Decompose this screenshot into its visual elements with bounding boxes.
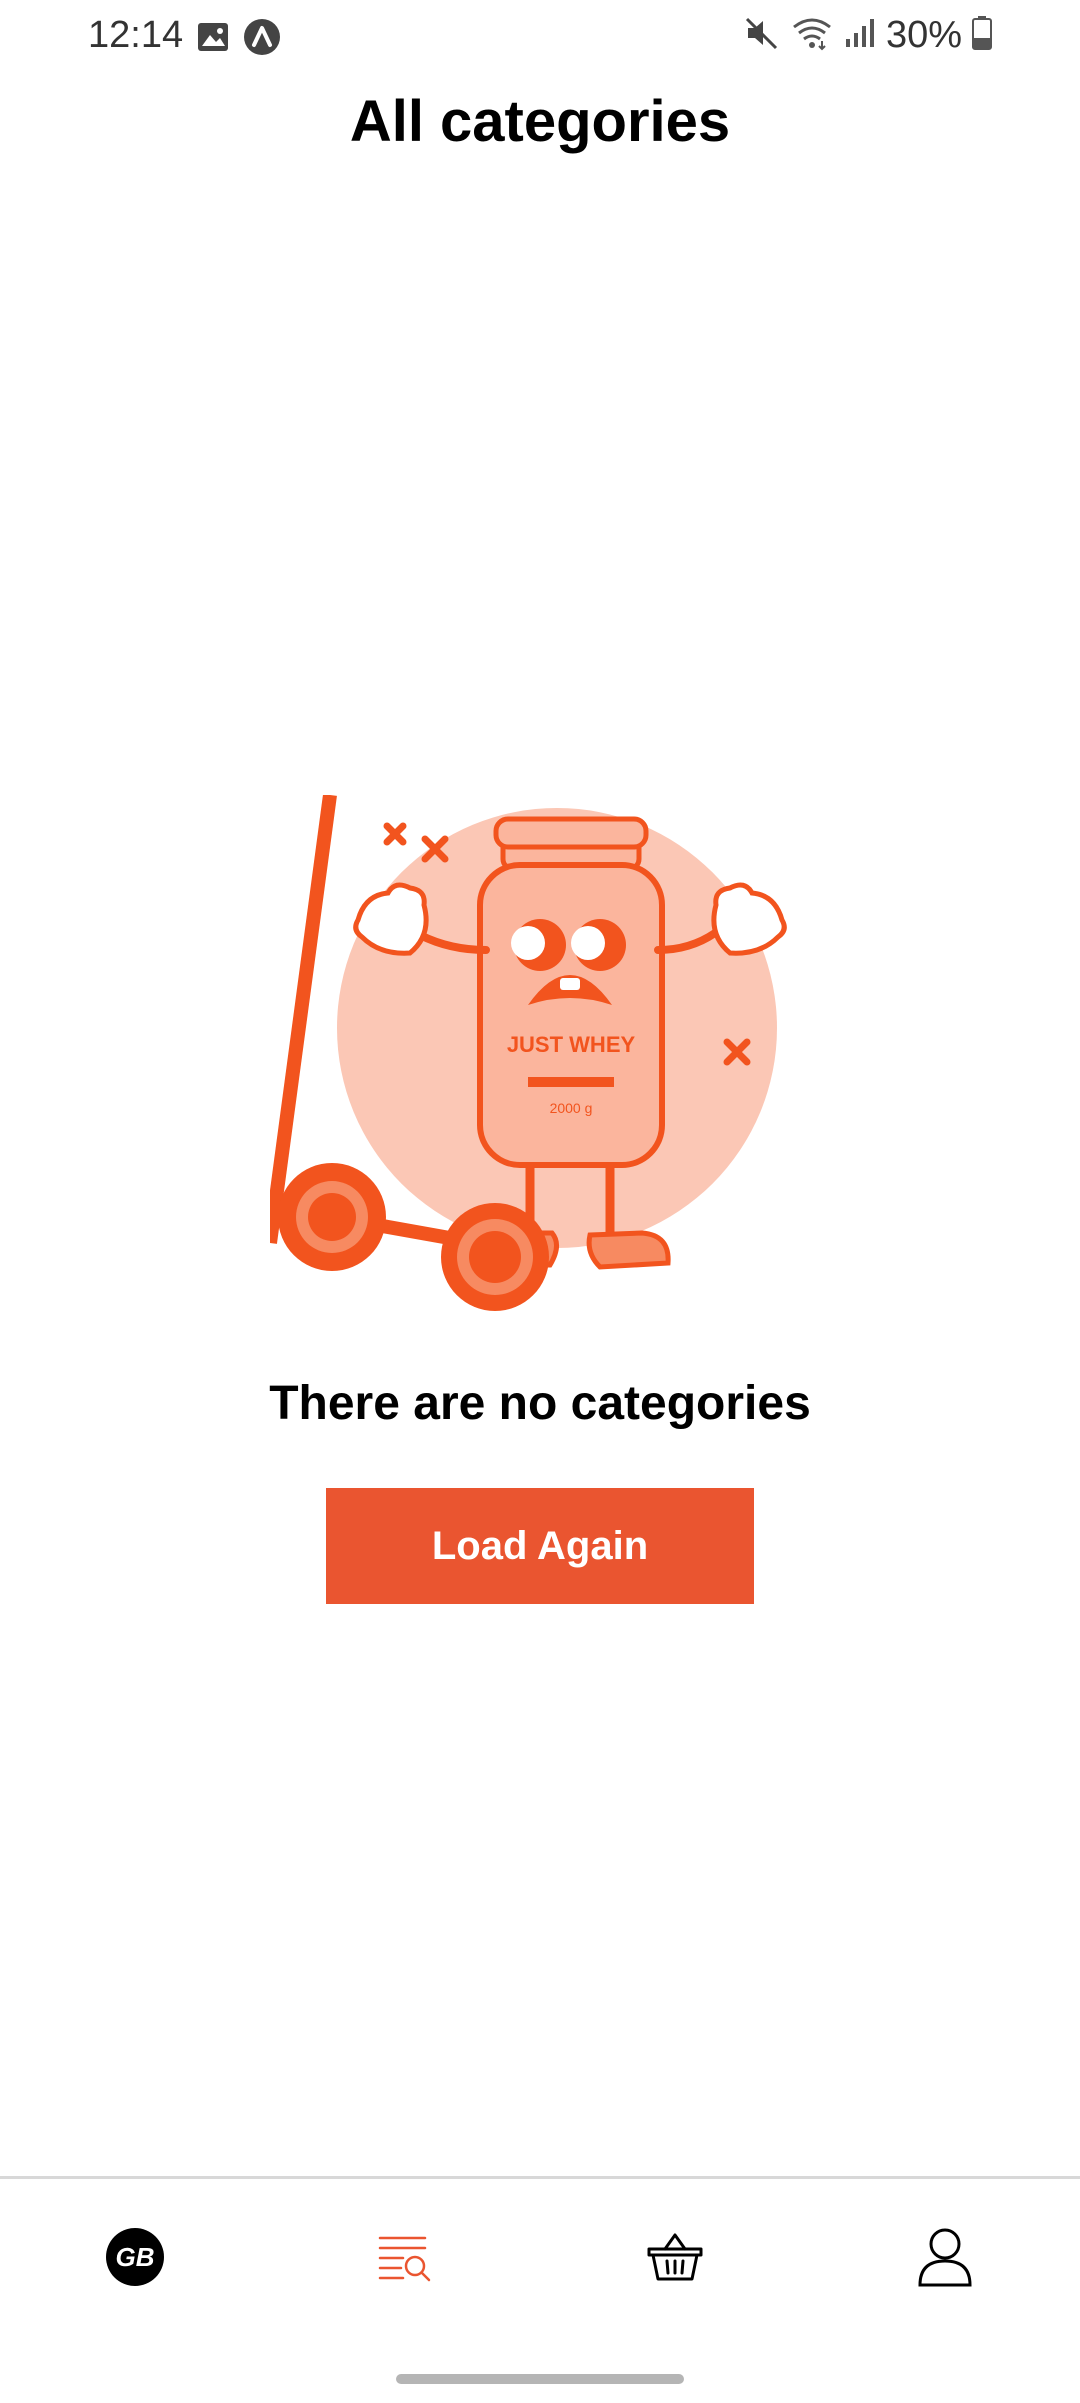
nav-cart[interactable] — [635, 2219, 715, 2299]
basket-icon — [645, 2231, 705, 2288]
status-time: 12:14 — [88, 14, 184, 56]
jar-label-text: JUST WHEY — [507, 1032, 636, 1057]
status-system-icons: 30% — [744, 14, 992, 57]
signal-icon — [844, 17, 876, 54]
load-again-button[interactable]: Load Again — [326, 1488, 754, 1604]
wifi-icon — [790, 15, 834, 56]
status-notification-icons — [197, 18, 281, 61]
nav-profile[interactable] — [905, 2219, 985, 2299]
empty-state-illustration: JUST WHEY 2000 g — [263, 794, 810, 1315]
home-indicator — [396, 2374, 684, 2384]
bottom-nav: GB — [0, 2176, 1080, 2403]
gb-logo-text: GB — [116, 2242, 155, 2272]
app-notification-icon — [243, 18, 281, 61]
empty-state-message: There are no categories — [269, 1377, 811, 1430]
jar-weight-text: 2000 g — [550, 1100, 593, 1116]
status-bar: 12:14 30% — [0, 0, 1080, 76]
mute-icon — [744, 15, 780, 56]
nav-categories[interactable] — [365, 2219, 445, 2299]
battery-percent: 30% — [885, 14, 962, 56]
battery-icon — [972, 16, 992, 55]
nav-home[interactable]: GB — [95, 2219, 175, 2299]
catalog-search-icon — [377, 2232, 433, 2287]
page-title: All categories — [349, 89, 731, 154]
image-icon — [197, 22, 229, 57]
gb-logo-icon: GB — [104, 2226, 166, 2293]
user-icon — [917, 2227, 973, 2292]
